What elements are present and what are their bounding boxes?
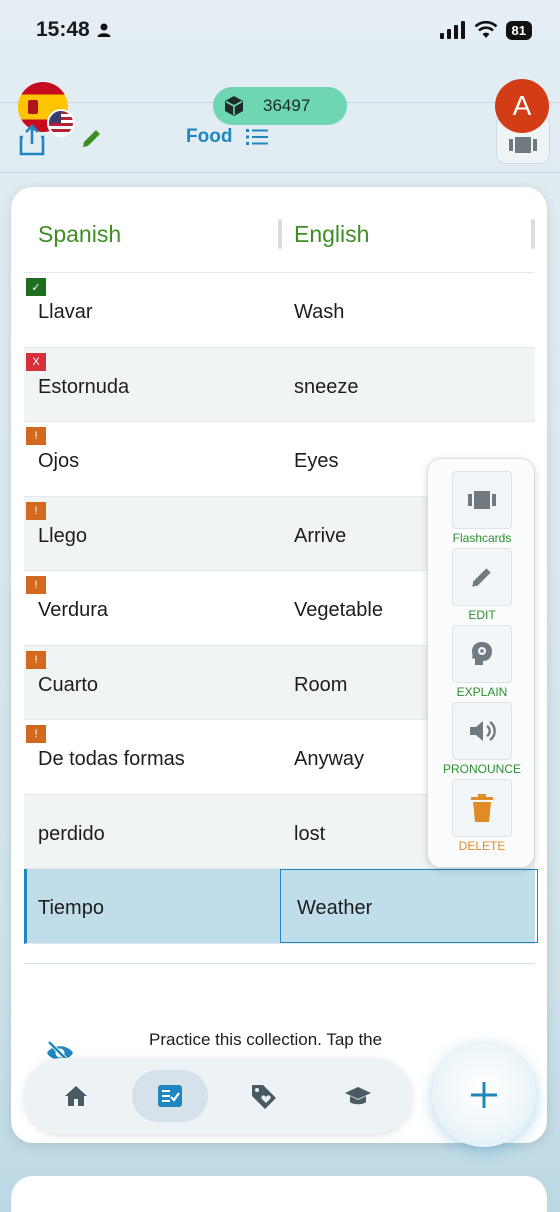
status-icons: 81 [439,20,532,40]
cube-icon [225,96,243,116]
nav-home[interactable] [38,1070,114,1122]
english-cell[interactable]: Weather [297,897,372,920]
spanish-cell: Ojos [38,450,80,472]
delete-label: DELETE [458,839,506,853]
plus-icon [471,1082,497,1108]
tag-heart-icon [252,1085,276,1109]
english-cell: lost [294,822,326,845]
speaker-icon [470,721,496,741]
row-action-menu: Flashcards EDIT EXPLAIN PRONOUNCE DELETE [427,458,535,868]
flashcards-action-button[interactable] [452,471,512,529]
explain-action[interactable]: EXPLAIN [428,613,536,699]
spanish-cell: Estornuda [38,375,130,398]
head-gear-icon [472,642,492,665]
share-icon[interactable] [18,124,46,156]
list-check-icon [158,1085,182,1107]
english-cell: sneeze [294,375,359,398]
status-time: 15:48 [36,18,112,42]
table-row[interactable]: X Estornuda sneeze [24,347,535,422]
spanish-cell: Llavar [38,301,93,323]
english-cell: Wash [294,301,345,323]
spanish-cell: Verdura [38,599,109,621]
english-cell: Anyway [294,748,365,770]
status-badge: ! [26,650,46,669]
nav-learn[interactable] [320,1070,396,1122]
status-badge: ! [26,725,46,743]
practice-hint: Practice this collection. Tap the [149,1030,383,1049]
english-cell: Vegetable [294,599,383,621]
english-cell: Eyes [294,450,339,472]
status-badge: ✓ [26,278,46,296]
add-button[interactable] [432,1043,536,1147]
wifi-icon [474,21,497,38]
nav-tags[interactable] [226,1070,302,1122]
edit-action-button[interactable] [452,548,512,606]
top-bar: 36497 Food A [0,60,560,173]
column-resize-handle[interactable] [531,219,535,249]
status-badge: ! [26,427,46,445]
spanish-cell: perdido [38,822,105,845]
status-badge: ! [26,501,46,520]
column-header-spanish[interactable]: Spanish [38,221,121,248]
table-row-selected[interactable]: Tiempo Weather [24,869,538,944]
explain-action-button[interactable] [452,625,512,683]
column-resize-handle[interactable] [278,219,282,249]
pencil-icon [472,568,491,587]
delete-action-button[interactable] [452,779,512,837]
spanish-cell: Llego [38,524,87,547]
lower-card [11,1176,547,1212]
points-count: 36497 [263,96,311,115]
flashcards-action[interactable]: Flashcards [428,459,536,545]
edit-action[interactable]: EDIT [428,536,536,622]
us-flag-icon[interactable] [47,109,75,137]
status-time-text: 15:48 [36,18,90,41]
nav-collections[interactable] [132,1070,208,1122]
spanish-cell: De todas formas [38,748,185,770]
person-icon [97,23,111,37]
pronounce-action-button[interactable] [452,702,512,760]
status-badge: ! [26,576,46,594]
table-header: Spanish English [24,187,535,273]
divider [24,963,535,964]
divider [0,172,560,173]
collection-selector[interactable]: Food [186,126,269,148]
edit-pencil-icon[interactable] [80,126,104,150]
collection-title: Food [186,126,233,147]
english-cell: Room [294,673,348,696]
bottom-nav [24,1058,412,1134]
battery-icon: 81 [505,20,532,40]
trash-icon [471,794,493,822]
status-badge: X [26,352,46,371]
cards-icon [468,491,496,509]
table-row[interactable]: ✓ Llavar Wash [24,273,535,348]
signal-icon [439,21,465,39]
graduation-cap-icon [345,1087,371,1105]
points-pill[interactable]: 36497 [213,87,347,125]
cards-icon [509,137,537,153]
avatar[interactable]: A [495,79,549,133]
english-cell: Arrive [294,524,347,547]
column-header-english[interactable]: English [294,221,369,248]
status-bar: 15:48 81 [0,0,560,60]
spanish-cell: Tiempo [38,897,104,919]
list-icon [246,129,269,145]
pronounce-action[interactable]: PRONOUNCE [428,690,536,776]
spanish-cell: Cuarto [38,673,99,696]
delete-action[interactable]: DELETE [428,767,536,853]
home-icon [65,1086,87,1106]
